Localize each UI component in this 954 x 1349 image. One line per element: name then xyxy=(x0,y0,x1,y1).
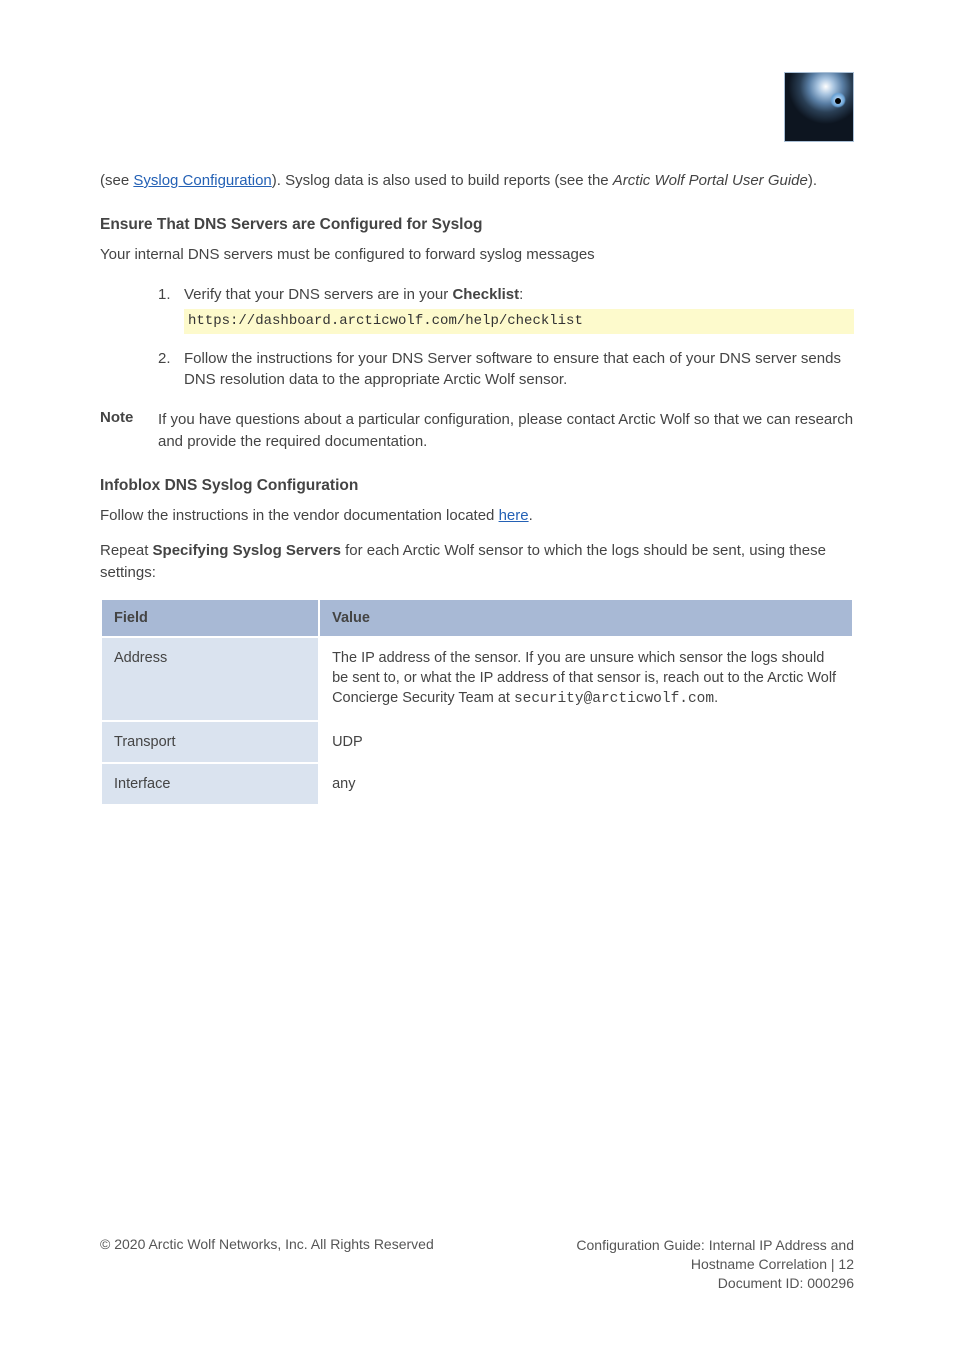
section2-p2-bold: Specifying Syslog Servers xyxy=(153,542,341,559)
table-row: Interface any xyxy=(101,763,853,805)
step-1: 1. Verify that your DNS servers are in y… xyxy=(158,284,854,334)
footer-doc-id: Document ID: 000296 xyxy=(576,1274,854,1293)
page-footer: © 2020 Arctic Wolf Networks, Inc. All Ri… xyxy=(100,1236,854,1293)
row-transport-field: Transport xyxy=(101,721,319,763)
table-row: Transport UDP xyxy=(101,721,853,763)
footer-doc-title-2: Hostname Correlation | 12 xyxy=(576,1255,854,1274)
page-content: (see Syslog Configuration). Syslog data … xyxy=(100,170,854,806)
settings-table-wrap: Field Value Address The IP address of th… xyxy=(100,598,854,806)
section2-p2: Repeat Specifying Syslog Servers for eac… xyxy=(100,540,854,584)
intro-text-b: ). Syslog data is also used to build rep… xyxy=(272,172,613,189)
row-transport-value: UDP xyxy=(319,721,853,763)
step1-post: : xyxy=(519,286,523,303)
wolf-eye-pupil-icon xyxy=(835,98,841,104)
header-field: Field xyxy=(101,599,319,637)
step-2: 2. Follow the instructions for your DNS … xyxy=(158,348,854,392)
intro-paragraph: (see Syslog Configuration). Syslog data … xyxy=(100,170,854,192)
section1-intro: Your internal DNS servers must be config… xyxy=(100,244,854,266)
row-interface-value: any xyxy=(319,763,853,805)
row-address-value: The IP address of the sensor. If you are… xyxy=(319,637,853,721)
note-label: Note xyxy=(100,409,158,453)
row-address-field: Address xyxy=(101,637,319,721)
step1-bold: Checklist xyxy=(452,286,519,303)
header-value: Value xyxy=(319,599,853,637)
document-page: (see Syslog Configuration). Syslog data … xyxy=(0,0,954,1349)
section1-heading: Ensure That DNS Servers are Configured f… xyxy=(100,216,854,234)
syslog-config-link[interactable]: Syslog Configuration xyxy=(133,172,271,189)
vendor-doc-link[interactable]: here xyxy=(499,507,529,524)
footer-doc-title-1: Configuration Guide: Internal IP Address… xyxy=(576,1236,854,1255)
step-number: 1. xyxy=(158,284,171,306)
section2-p2-pre: Repeat xyxy=(100,542,153,559)
footer-copyright: © 2020 Arctic Wolf Networks, Inc. All Ri… xyxy=(100,1236,434,1293)
note-text: If you have questions about a particular… xyxy=(158,409,854,453)
section1-steps: 1. Verify that your DNS servers are in y… xyxy=(158,284,854,392)
step1-pre: Verify that your DNS servers are in your xyxy=(184,286,452,303)
section2-p1-post: . xyxy=(529,507,533,524)
section2-heading: Infoblox DNS Syslog Configuration xyxy=(100,477,854,495)
table-header-row: Field Value xyxy=(101,599,853,637)
row-interface-field: Interface xyxy=(101,763,319,805)
table-row: Address The IP address of the sensor. If… xyxy=(101,637,853,721)
section2-p1-pre: Follow the instructions in the vendor do… xyxy=(100,507,499,524)
wolf-eye-logo xyxy=(784,72,854,142)
footer-right: Configuration Guide: Internal IP Address… xyxy=(576,1236,854,1293)
intro-emphasis: Arctic Wolf Portal User Guide xyxy=(613,172,808,189)
step-number: 2. xyxy=(158,348,171,370)
checklist-url-code: https://dashboard.arcticwolf.com/help/ch… xyxy=(184,309,854,333)
intro-text-c: ). xyxy=(808,172,817,189)
step2-text: Follow the instructions for your DNS Ser… xyxy=(184,350,841,389)
intro-text-a: (see xyxy=(100,172,133,189)
section2-p1: Follow the instructions in the vendor do… xyxy=(100,505,854,527)
settings-table: Field Value Address The IP address of th… xyxy=(100,598,854,806)
note-block: Note If you have questions about a parti… xyxy=(100,409,854,453)
